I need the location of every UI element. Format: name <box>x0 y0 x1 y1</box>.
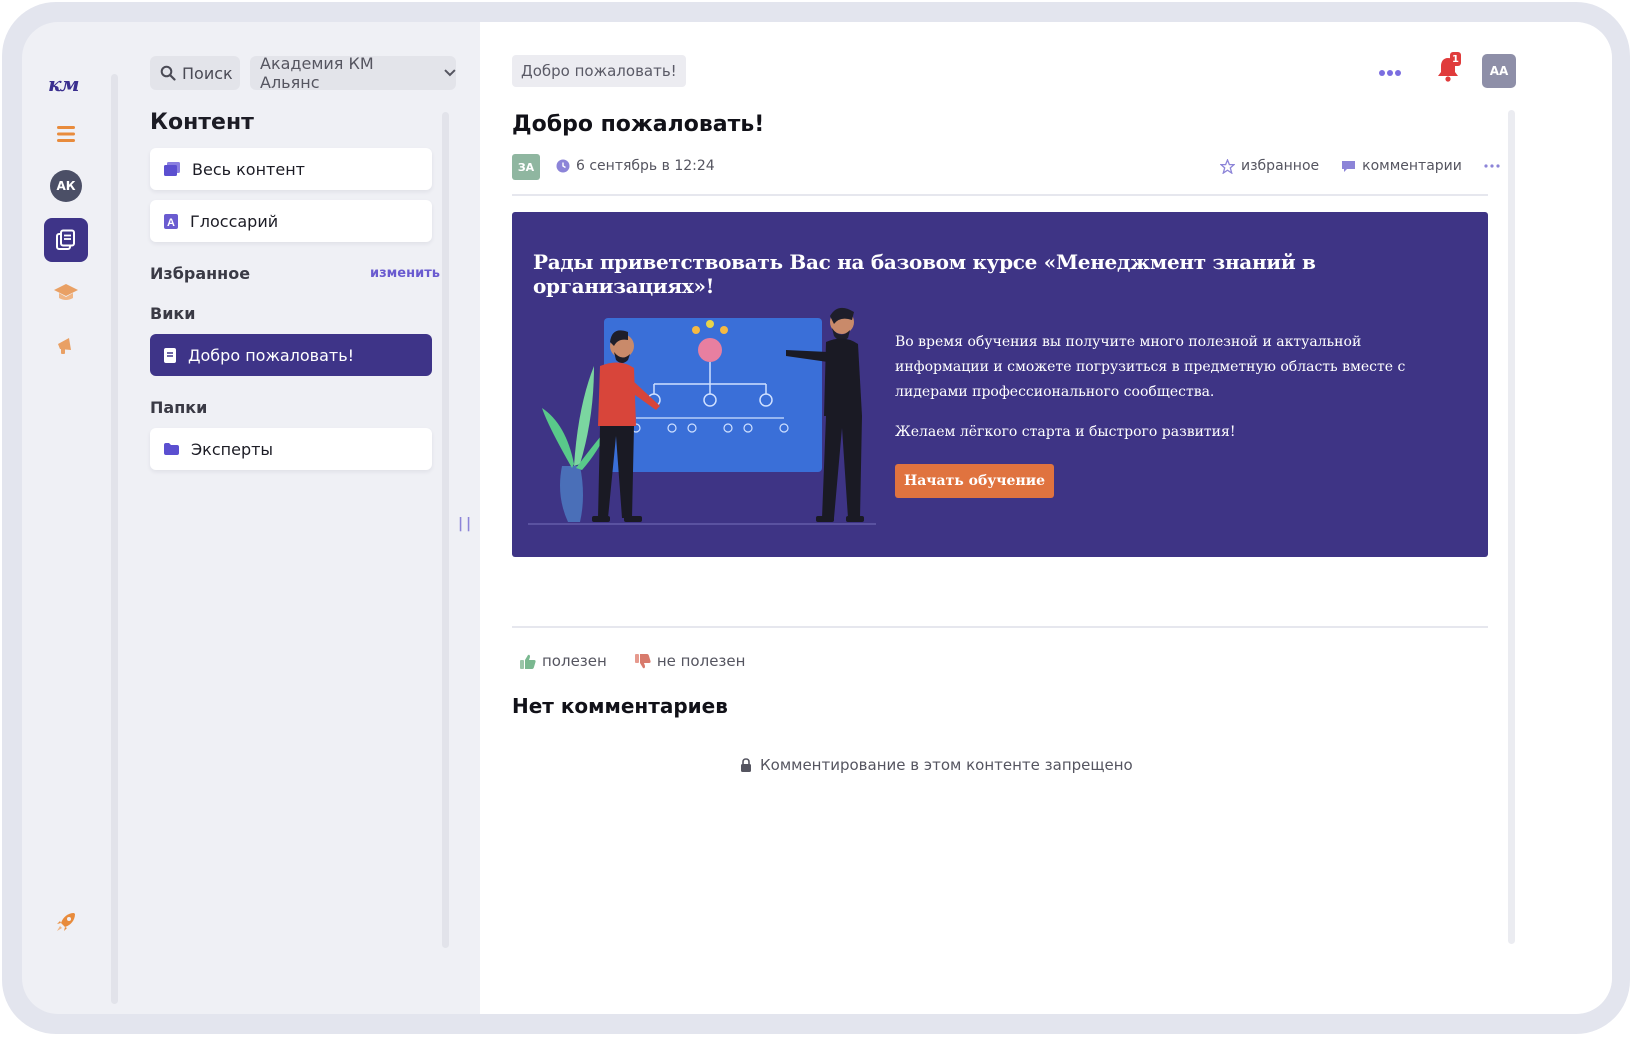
more-options-button[interactable] <box>1378 58 1402 83</box>
more-dots-icon <box>1484 164 1500 168</box>
organization-select[interactable]: Академия КМ Альянс <box>250 54 456 92</box>
article-more-button[interactable] <box>1484 164 1500 168</box>
wiki-item[interactable]: Добро пожаловать! <box>150 334 432 376</box>
content-divider <box>512 626 1488 628</box>
star-icon <box>1220 158 1235 174</box>
comments-heading: Нет комментариев <box>512 694 728 718</box>
search-icon <box>160 65 176 81</box>
svg-text:A: A <box>167 217 175 229</box>
folder-item[interactable]: Эксперты <box>150 428 432 470</box>
thumbs-down-icon <box>634 653 651 668</box>
clock-icon <box>556 159 570 173</box>
not-useful-label: не полезен <box>656 652 746 670</box>
banner-heading: Рады приветствовать Вас на базовом курсе… <box>533 250 1316 298</box>
useful-button[interactable]: полезен <box>520 652 607 670</box>
start-learning-button[interactable]: Начать обучение <box>895 464 1054 498</box>
folders-heading: Папки <box>150 398 208 417</box>
graduation-cap-icon <box>54 284 78 300</box>
courses-nav-button[interactable] <box>44 270 88 314</box>
nav-glossary[interactable]: A Глоссарий <box>150 200 432 242</box>
chevron-down-icon <box>444 69 456 77</box>
feedback-bar: полезен не полезен <box>520 652 745 670</box>
comment-icon <box>1342 160 1356 172</box>
author-avatar[interactable]: ЗА <box>512 154 540 180</box>
content-nav-button[interactable] <box>44 218 88 262</box>
favorite-label: избранное <box>1241 158 1320 174</box>
folder-item-label: Эксперты <box>191 439 274 459</box>
favorites-edit-link[interactable]: изменить <box>370 266 440 281</box>
panel-resize-handle[interactable]: | | <box>458 516 471 532</box>
wiki-item-label: Добро пожаловать! <box>188 345 355 365</box>
page-icon <box>164 347 176 363</box>
comments-button[interactable]: комментарии <box>1341 158 1462 174</box>
thumbs-up-icon <box>520 654 536 669</box>
panel-title: Контент <box>150 110 254 135</box>
notification-count: 1 <box>1450 52 1461 66</box>
comments-disabled-text: Комментирование в этом контенте запрещен… <box>760 756 1133 774</box>
rail-divider <box>111 74 118 1004</box>
organization-select-value: Академия КМ Альянс <box>260 54 374 92</box>
main-scrollbar[interactable] <box>1508 110 1515 944</box>
favorites-heading: Избранное <box>150 264 251 283</box>
announcements-nav-button[interactable] <box>44 324 88 368</box>
hamburger-icon <box>57 126 75 142</box>
launch-button[interactable] <box>44 900 88 944</box>
wiki-heading: Вики <box>150 304 196 323</box>
device-frame: км АК Поиск Академия КМ Альянс Контент В… <box>2 2 1630 1034</box>
nav-glossary-label: Глоссарий <box>190 211 279 231</box>
useful-label: полезен <box>542 652 607 670</box>
search-button[interactable]: Поиск <box>150 56 240 90</box>
rocket-icon <box>57 913 75 931</box>
banner-description: Во время обучения вы получите много поле… <box>895 330 1415 405</box>
documents-icon <box>56 229 75 250</box>
favorite-button[interactable]: избранное <box>1220 158 1319 174</box>
presentation-illustration <box>528 307 876 525</box>
menu-button[interactable] <box>44 112 88 156</box>
folder-icon <box>164 443 179 455</box>
header-divider <box>512 194 1488 196</box>
content-panel: Поиск Академия КМ Альянс Контент Весь ко… <box>144 22 484 1014</box>
banner-description-line: Во время обучения вы получите много поле… <box>895 334 1362 350</box>
app-screen: км АК Поиск Академия КМ Альянс Контент В… <box>22 22 1612 1014</box>
lock-icon <box>741 758 751 772</box>
panel-scrollbar[interactable] <box>442 112 449 948</box>
avatar: АК <box>50 170 82 202</box>
app-logo[interactable]: км <box>48 72 80 96</box>
nav-all-content[interactable]: Весь контент <box>150 148 432 190</box>
not-useful-button[interactable]: не полезен <box>634 652 746 670</box>
glossary-icon: A <box>164 213 178 229</box>
search-label: Поиск <box>182 63 233 83</box>
profile-button[interactable]: АК <box>44 164 88 208</box>
publish-date: 6 сентябрь в 12:24 <box>556 158 715 174</box>
article-actions: избранное комментарии <box>1220 158 1500 174</box>
main-content: Добро пожаловать! 1 АА Добро пожаловать!… <box>480 22 1612 1014</box>
welcome-banner: Рады приветствовать Вас на базовом курсе… <box>512 212 1488 557</box>
more-dots-icon <box>1379 70 1401 76</box>
folders-icon <box>164 162 180 176</box>
notifications-button[interactable]: 1 <box>1436 52 1461 86</box>
page-title: Добро пожаловать! <box>512 112 765 137</box>
nav-all-content-label: Весь контент <box>192 159 305 179</box>
user-menu-button[interactable]: АА <box>1482 54 1516 88</box>
banner-wish: Желаем лёгкого старта и быстрого развити… <box>895 424 1236 440</box>
comments-label: комментарии <box>1362 158 1462 174</box>
comments-disabled-note: Комментирование в этом контенте запрещен… <box>740 756 1133 774</box>
megaphone-icon <box>58 338 71 354</box>
banner-description-line: лидерами профессионального сообщества. <box>895 384 1215 400</box>
publish-date-text: 6 сентябрь в 12:24 <box>576 158 715 174</box>
banner-description-line: информации и сможете погрузиться в предм… <box>895 359 1406 375</box>
breadcrumb[interactable]: Добро пожаловать! <box>512 55 686 87</box>
icon-rail: км АК <box>22 22 112 1014</box>
